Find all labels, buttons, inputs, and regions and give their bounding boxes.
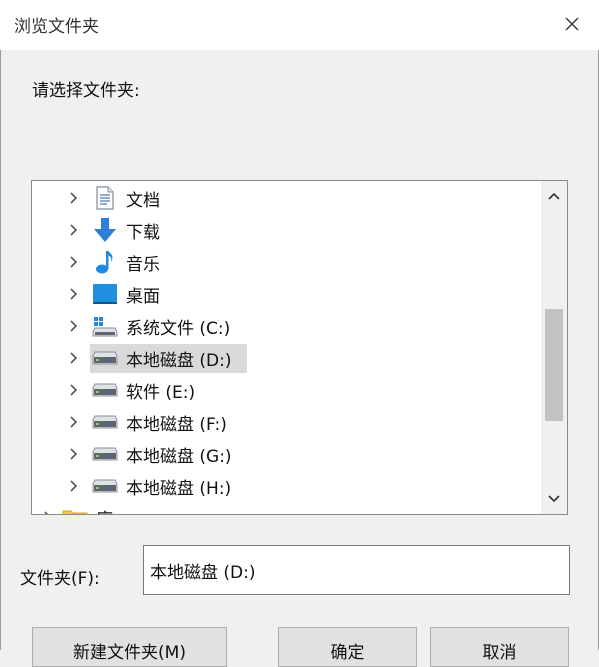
tree-item-label: 软件 (E:) — [126, 382, 196, 403]
desktop-icon — [92, 281, 118, 307]
tree-item-label: 下载 — [126, 222, 160, 243]
drive-icon — [92, 409, 118, 435]
document-icon — [92, 185, 118, 211]
tree-item-label: 本地磁盘 (F:) — [126, 414, 227, 435]
expand-chevron-icon[interactable] — [66, 383, 80, 397]
expand-chevron-icon[interactable] — [66, 447, 80, 461]
tree-item-desktop[interactable]: 桌面 — [32, 278, 542, 310]
tree-item-label: 系统文件 (C:) — [126, 318, 231, 339]
tree-item-label: 桌面 — [126, 286, 160, 307]
tree-item-label: 音乐 — [126, 254, 160, 275]
vertical-scrollbar[interactable] — [541, 181, 567, 514]
expand-chevron-icon[interactable] — [66, 191, 80, 205]
window-title: 浏览文件夹 — [14, 17, 99, 37]
tree-item-drive-g[interactable]: 本地磁盘 (G:) — [32, 438, 542, 470]
folder-prompt: 请选择文件夹: — [32, 81, 140, 101]
tree-item-drive-c[interactable]: 系统文件 (C:) — [32, 310, 542, 342]
scroll-up-button[interactable] — [541, 183, 567, 209]
scrollbar-thumb[interactable] — [545, 309, 563, 421]
expand-chevron-icon[interactable] — [66, 319, 80, 333]
tree-item-downloads[interactable]: 下载 — [32, 214, 542, 246]
tree-item-documents[interactable]: 文档 — [32, 182, 542, 214]
tree-item-libraries[interactable]: 库 — [32, 501, 542, 515]
tree-item-label: 文档 — [126, 190, 160, 211]
library-icon — [62, 504, 88, 514]
download-icon — [92, 217, 118, 243]
expand-chevron-icon[interactable] — [66, 287, 80, 301]
drive-icon — [92, 377, 118, 403]
close-icon — [565, 17, 579, 31]
tree-item-drive-e[interactable]: 软件 (E:) — [32, 374, 542, 406]
folder-tree[interactable]: 文档 下载 音乐 桌面 系统文件 (C:) 本地磁盘 (D:) 软件 (E:) … — [31, 180, 568, 515]
new-folder-button[interactable]: 新建文件夹(M) — [32, 627, 227, 667]
tree-item-label: 本地磁盘 (G:) — [126, 446, 232, 467]
expand-chevron-icon[interactable] — [66, 479, 80, 493]
drive-icon — [92, 345, 118, 371]
cancel-button[interactable]: 取消 — [430, 627, 569, 667]
tree-item-drive-h[interactable]: 本地磁盘 (H:) — [32, 470, 542, 502]
tree-item-drive-f[interactable]: 本地磁盘 (F:) — [32, 406, 542, 438]
system-drive-icon — [92, 313, 118, 339]
window-border-left — [0, 0, 1, 650]
drive-icon — [92, 473, 118, 499]
drive-icon — [92, 441, 118, 467]
expand-chevron-icon[interactable] — [66, 255, 80, 269]
tree-item-label: 本地磁盘 (H:) — [126, 478, 232, 499]
tree-item-label: 库 — [96, 505, 113, 515]
close-button[interactable] — [552, 6, 592, 42]
expand-chevron-icon[interactable] — [66, 351, 80, 365]
folder-path-input[interactable] — [143, 545, 570, 595]
chevron-up-icon — [548, 192, 560, 200]
chevron-down-icon — [548, 495, 560, 503]
title-bar: 浏览文件夹 — [0, 0, 599, 50]
expand-chevron-icon[interactable] — [66, 223, 80, 237]
scroll-down-button[interactable] — [541, 486, 567, 512]
ok-button[interactable]: 确定 — [278, 627, 417, 667]
music-icon — [92, 249, 118, 275]
expand-chevron-icon[interactable] — [40, 510, 54, 514]
folder-field-label: 文件夹(F): — [20, 569, 100, 589]
tree-item-drive-d[interactable]: 本地磁盘 (D:) — [32, 342, 542, 374]
tree-item-music[interactable]: 音乐 — [32, 246, 542, 278]
tree-item-label: 本地磁盘 (D:) — [126, 350, 232, 371]
expand-chevron-icon[interactable] — [66, 415, 80, 429]
